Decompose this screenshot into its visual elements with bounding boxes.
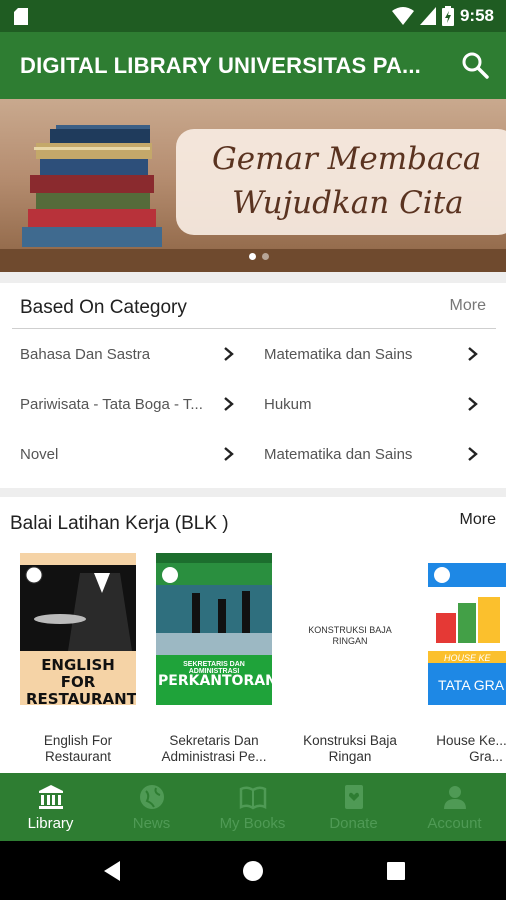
chevron-right-icon: [224, 397, 234, 411]
blk-section-title: Balai Latihan Kerja (BLK ): [10, 513, 229, 534]
clock: 9:58: [459, 6, 494, 25]
category-section-title: Based On Category: [20, 297, 187, 318]
cover-title: ENGLISH FOR RESTAURANT: [26, 656, 136, 708]
nav-item-news[interactable]: News: [101, 773, 202, 841]
book-open-icon: [239, 786, 267, 810]
nav-label: Account: [427, 815, 482, 832]
chevron-right-icon: [468, 447, 478, 461]
category-label: Matematika dan Sains: [264, 345, 413, 363]
category-item[interactable]: Pariwisata - Tata Boga - T...: [20, 387, 236, 421]
book-caption: House Ke... Tata Gra...: [436, 733, 506, 764]
cover-title: PERKANTORAN: [158, 673, 272, 689]
person-icon: [444, 786, 466, 809]
bottom-navigation: Library News My Books Donate Account: [0, 773, 506, 841]
category-label: Hukum: [264, 395, 312, 413]
home-icon[interactable]: [241, 859, 265, 883]
category-item[interactable]: Hukum: [264, 387, 480, 421]
back-icon[interactable]: [100, 859, 124, 883]
system-navigation-bar: [0, 841, 506, 900]
battery-icon: [441, 6, 454, 26]
pager-dot: [262, 253, 269, 260]
cover-subtitle: TATA GRA: [438, 677, 505, 693]
app-bar: DIGITAL LIBRARY UNIVERSITAS PA...: [0, 32, 506, 99]
book-cover: HOUSE KE TATA GRA: [428, 553, 506, 715]
category-more-link[interactable]: More: [450, 297, 486, 315]
book-item[interactable]: ENGLISH FOR RESTAURANT English For Resta…: [20, 553, 136, 765]
status-icons: 9:58: [391, 4, 494, 28]
promo-banner[interactable]: Gemar Membaca Wujudkan Cita: [0, 99, 506, 272]
cover-title: HOUSE KE: [444, 653, 491, 663]
nav-label: My Books: [219, 815, 286, 832]
nav-item-donate[interactable]: Donate: [303, 773, 404, 841]
nav-label: Library: [27, 815, 74, 832]
pager-dot-active: [249, 253, 256, 260]
category-item[interactable]: Matematika dan Sains: [264, 437, 480, 471]
blk-section: Balai Latihan Kerja (BLK ) More ENGLISH …: [0, 497, 506, 773]
nav-item-library[interactable]: Library: [0, 773, 101, 841]
nav-item-my-books[interactable]: My Books: [202, 773, 303, 841]
nav-item-account[interactable]: Account: [404, 773, 505, 841]
banner-quote: Gemar Membaca Wujudkan Cita: [176, 129, 506, 235]
sd-card-icon: [14, 8, 28, 25]
recents-icon[interactable]: [384, 859, 408, 883]
book-cover: SEKRETARIS DAN ADMINISTRASI PERKANTORAN: [156, 553, 272, 715]
app-title: DIGITAL LIBRARY UNIVERSITAS PA...: [20, 53, 421, 78]
donate-book-icon: [345, 785, 363, 809]
book-item[interactable]: SEKRETARIS DAN ADMINISTRASI PERKANTORAN …: [156, 553, 272, 765]
chevron-right-icon: [468, 397, 478, 411]
chevron-right-icon: [224, 447, 234, 461]
chevron-right-icon: [224, 347, 234, 361]
banner-line-2: Wujudkan Cita: [232, 185, 464, 221]
category-label: Bahasa Dan Sastra: [20, 345, 151, 363]
wifi-icon: [391, 7, 414, 25]
book-cover: KONSTRUKSI BAJA RINGAN: [292, 553, 408, 715]
nav-label: Donate: [329, 815, 378, 832]
globe-icon: [140, 785, 164, 809]
office-illustration: [156, 553, 272, 715]
book-cover: ENGLISH FOR RESTAURANT: [20, 553, 136, 715]
category-label: Matematika dan Sains: [264, 445, 413, 463]
book-item[interactable]: KONSTRUKSI BAJA RINGAN Konstruksi Baja R…: [292, 553, 408, 765]
category-item[interactable]: Matematika dan Sains: [264, 337, 480, 371]
category-label: Novel: [20, 445, 59, 463]
search-icon[interactable]: [460, 50, 490, 80]
banner-line-1: Gemar Membaca: [212, 141, 482, 177]
cover-title: KONSTRUKSI BAJA RINGAN: [308, 625, 392, 646]
blk-more-link[interactable]: More: [460, 511, 496, 529]
chevron-right-icon: [468, 347, 478, 361]
book-caption: Sekretaris Dan Administrasi Pe...: [161, 733, 267, 764]
divider: [12, 328, 496, 329]
library-icon: [39, 785, 63, 809]
book-caption: Konstruksi Baja Ringan: [303, 733, 397, 764]
category-section: Based On Category More Bahasa Dan Sastra…: [0, 283, 506, 488]
signal-icon: [419, 7, 436, 25]
nav-label: News: [132, 815, 171, 832]
status-bar: 9:58: [0, 0, 506, 32]
book-item[interactable]: HOUSE KE TATA GRA House Ke... Tata Gra..…: [428, 553, 506, 765]
category-item[interactable]: Bahasa Dan Sastra: [20, 337, 236, 371]
category-label: Pariwisata - Tata Boga - T...: [20, 395, 203, 413]
book-caption: English For Restaurant: [43, 733, 113, 764]
category-item[interactable]: Novel: [20, 437, 236, 471]
